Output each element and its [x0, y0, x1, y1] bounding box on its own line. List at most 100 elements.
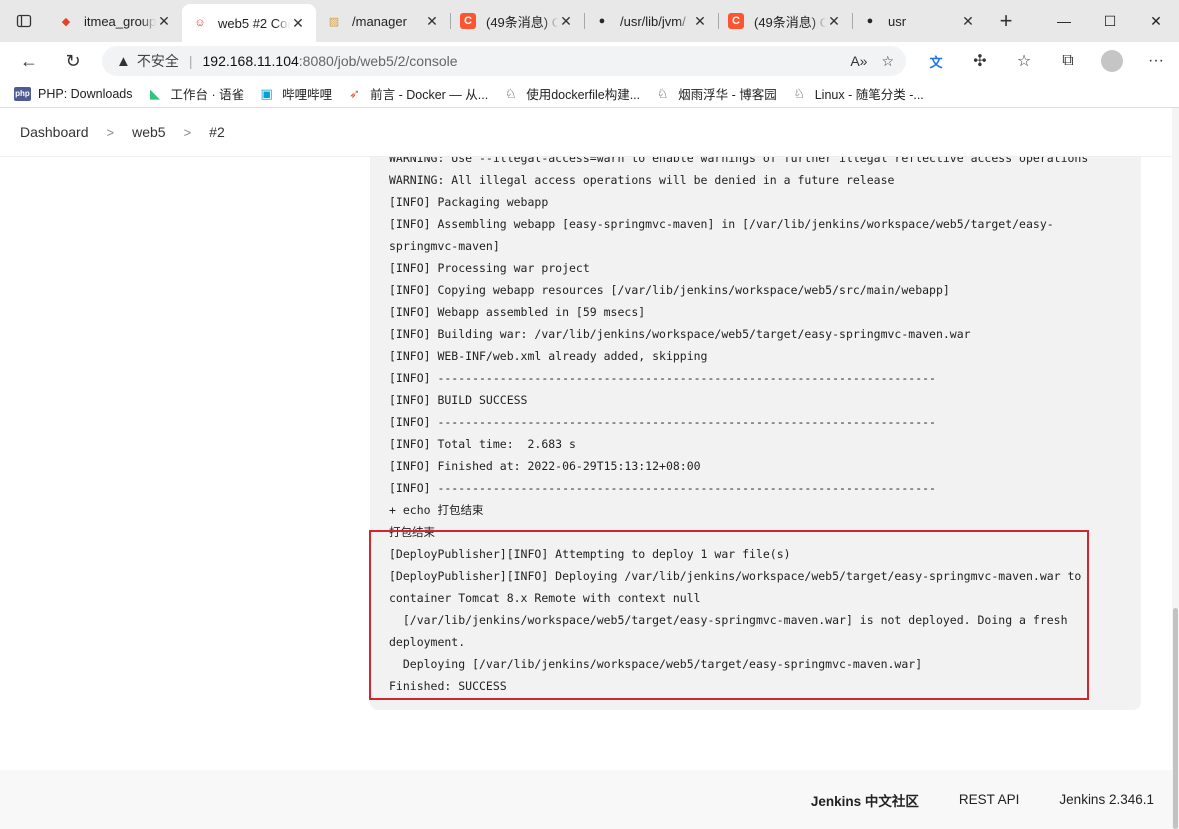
- console-line: [INFO] WEB-INF/web.xml already added, sk…: [389, 349, 708, 363]
- browser-tab[interactable]: C (49条消息) CSDN✕: [450, 4, 584, 38]
- minimize-icon: —: [1057, 13, 1071, 29]
- address-bar[interactable]: ▲ 不安全 | 192.168.11.104 :8080/job/web5/2/…: [102, 46, 906, 76]
- bookmark-label: PHP: Downloads: [38, 86, 133, 101]
- highlight-annotation: [369, 530, 1089, 700]
- navigation-bar: ← ↻ ▲ 不安全 | 192.168.11.104 :8080/job/web…: [0, 42, 1179, 80]
- browser-tab[interactable]: ☺ web5 #2 Console✕: [182, 4, 316, 42]
- tab-strip: ◆itmea_group✕☺web5 #2 Console✕▨/manager✕…: [0, 0, 1179, 42]
- bookmark-item[interactable]: ♘ 烟雨浮华 - 博客园: [654, 84, 777, 103]
- minimize-button[interactable]: —: [1041, 0, 1087, 42]
- collections-icon: ⧉: [1062, 52, 1074, 69]
- puzzle-icon: ✣: [973, 53, 987, 70]
- maximize-button[interactable]: ☐: [1087, 0, 1133, 42]
- bookmarks-bar: php PHP: Downloads ◣ 工作台 · 语雀 ▣ 哔哩哔哩 ➶ 前言 - Doc…: [0, 80, 1179, 108]
- bilibili-icon: ▣: [260, 85, 273, 101]
- csdn-icon: C: [460, 13, 476, 29]
- tab-label: usr: [888, 13, 907, 29]
- tab-label: (49条消息) CSDN: [486, 14, 558, 30]
- jenkins-icon: ☺: [194, 17, 206, 29]
- close-window-button[interactable]: ✕: [1133, 0, 1179, 42]
- console-line: [INFO] Finished at: 2022-06-29T15:13:12+…: [389, 459, 701, 473]
- bookmark-label: 工作台 · 语雀: [170, 88, 245, 102]
- browser-tab[interactable]: ◆ itmea_group ✕: [48, 4, 182, 38]
- console-line: springmvc-maven]: [389, 239, 500, 253]
- yuque-icon: ◣: [150, 85, 160, 101]
- back-button[interactable]: ←: [7, 42, 51, 80]
- console-line: WARNING: All illegal access operations w…: [389, 173, 895, 187]
- add-favorite-icon[interactable]: ☆: [881, 53, 894, 70]
- close-tab-icon[interactable]: ✕: [960, 13, 976, 30]
- console-line: [INFO] Webapp assembled in [59 msecs]: [389, 305, 646, 319]
- favorites-button[interactable]: ☆: [1002, 42, 1046, 80]
- back-arrow-icon: ←: [20, 50, 38, 71]
- new-tab-button[interactable]: +: [986, 4, 1026, 38]
- insecure-label: 不安全: [136, 53, 179, 69]
- plus-icon: +: [999, 8, 1013, 33]
- tab-label: web5 #2 Console: [218, 15, 290, 31]
- breadcrumb-build[interactable]: #2: [209, 124, 225, 140]
- bookmark-item[interactable]: ♘ Linux - 随笔分类 -...: [791, 84, 923, 103]
- extensions-button[interactable]: ✣: [958, 42, 1002, 80]
- close-tab-icon[interactable]: ✕: [156, 13, 172, 30]
- translate-icon: 文: [929, 54, 943, 70]
- github-icon: ●: [866, 15, 874, 27]
- page-scrollbar[interactable]: [1172, 108, 1179, 829]
- gitlab-icon: ◆: [61, 15, 71, 28]
- tab-actions-icon: [16, 14, 32, 28]
- browser-tab[interactable]: ▨ /manager ✕: [316, 4, 450, 38]
- address-bar-actions: A» ☆: [850, 46, 894, 76]
- cnblogs-icon: ♘: [656, 85, 669, 101]
- tab-label: itmea_group: [84, 13, 156, 29]
- breadcrumb-job[interactable]: web5: [132, 124, 165, 140]
- console-line: [INFO] ---------------------------------…: [389, 371, 936, 385]
- close-tab-icon[interactable]: ✕: [424, 13, 440, 30]
- bookmark-item[interactable]: ◣ 工作台 · 语雀: [147, 84, 245, 103]
- cnblogs-icon: ♘: [504, 85, 517, 101]
- settings-menu-button[interactable]: ···: [1134, 42, 1178, 80]
- footer-rest-api-link[interactable]: REST API: [959, 792, 1020, 807]
- tab-label: /manager: [352, 13, 407, 29]
- breadcrumb-dashboard[interactable]: Dashboard: [20, 124, 89, 140]
- rocket-icon: ➶: [349, 85, 361, 101]
- chevron-right-icon: >: [183, 124, 192, 140]
- close-tab-icon[interactable]: ✕: [558, 13, 574, 30]
- toolbar-buttons: 文 ✣ ☆ ⧉ ···: [914, 42, 1178, 80]
- scrollbar-thumb[interactable]: [1173, 608, 1178, 829]
- browser-tab[interactable]: C (49条消息) CSDN✕: [718, 4, 852, 38]
- cnblogs-icon: ♘: [793, 85, 806, 101]
- maximize-icon: ☐: [1103, 12, 1117, 29]
- bookmark-item[interactable]: ➶ 前言 - Docker — 从...: [346, 84, 488, 103]
- bookmark-label: 哔哩哔哩: [282, 88, 333, 102]
- translate-button[interactable]: 文: [914, 42, 958, 80]
- read-aloud-icon[interactable]: A»: [850, 53, 867, 69]
- bookmark-label: 烟雨浮华 - 博客园: [678, 88, 777, 102]
- bookmark-item[interactable]: ♘ 使用dockerfile构建...: [502, 84, 640, 103]
- browser-tab[interactable]: ● /usr/lib/jvm/ ✕: [584, 4, 718, 38]
- console-line: [INFO] BUILD SUCCESS: [389, 393, 528, 407]
- warning-icon: ▲: [116, 52, 131, 70]
- console-line: [INFO] Processing war project: [389, 261, 590, 275]
- bookmark-item[interactable]: php PHP: Downloads: [14, 86, 133, 101]
- tab-label: /usr/lib/jvm/: [620, 13, 686, 29]
- close-tab-icon[interactable]: ✕: [692, 13, 708, 30]
- window-controls: — ☐ ✕: [1041, 0, 1179, 42]
- footer-version-link[interactable]: Jenkins 2.346.1: [1059, 792, 1154, 807]
- browser-tab[interactable]: ● usr ✕: [852, 4, 986, 38]
- url-path: :8080/job/web5/2/console: [298, 53, 458, 69]
- address-separator: |: [188, 53, 193, 69]
- close-icon: ✕: [1150, 12, 1162, 29]
- jenkins-page: Dashboard > web5 > #2 WARNING: Use --ill…: [0, 108, 1179, 829]
- close-tab-icon[interactable]: ✕: [290, 15, 306, 32]
- collections-button[interactable]: ⧉: [1046, 42, 1090, 80]
- csdn-icon: C: [728, 13, 744, 29]
- chevron-right-icon: >: [106, 124, 115, 140]
- tab-actions-button[interactable]: [0, 0, 48, 42]
- bookmark-label: 使用dockerfile构建...: [526, 88, 641, 102]
- bookmark-item[interactable]: ▣ 哔哩哔哩: [258, 84, 332, 103]
- profile-avatar[interactable]: [1101, 50, 1123, 72]
- reload-button[interactable]: ↻: [51, 42, 95, 80]
- footer-community-link[interactable]: Jenkins 中文社区: [811, 790, 919, 810]
- console-line: [INFO] Copying webapp resources [/var/li…: [389, 283, 950, 297]
- close-tab-icon[interactable]: ✕: [826, 13, 842, 30]
- console-line: [INFO] Total time: 2.683 s: [389, 437, 576, 451]
